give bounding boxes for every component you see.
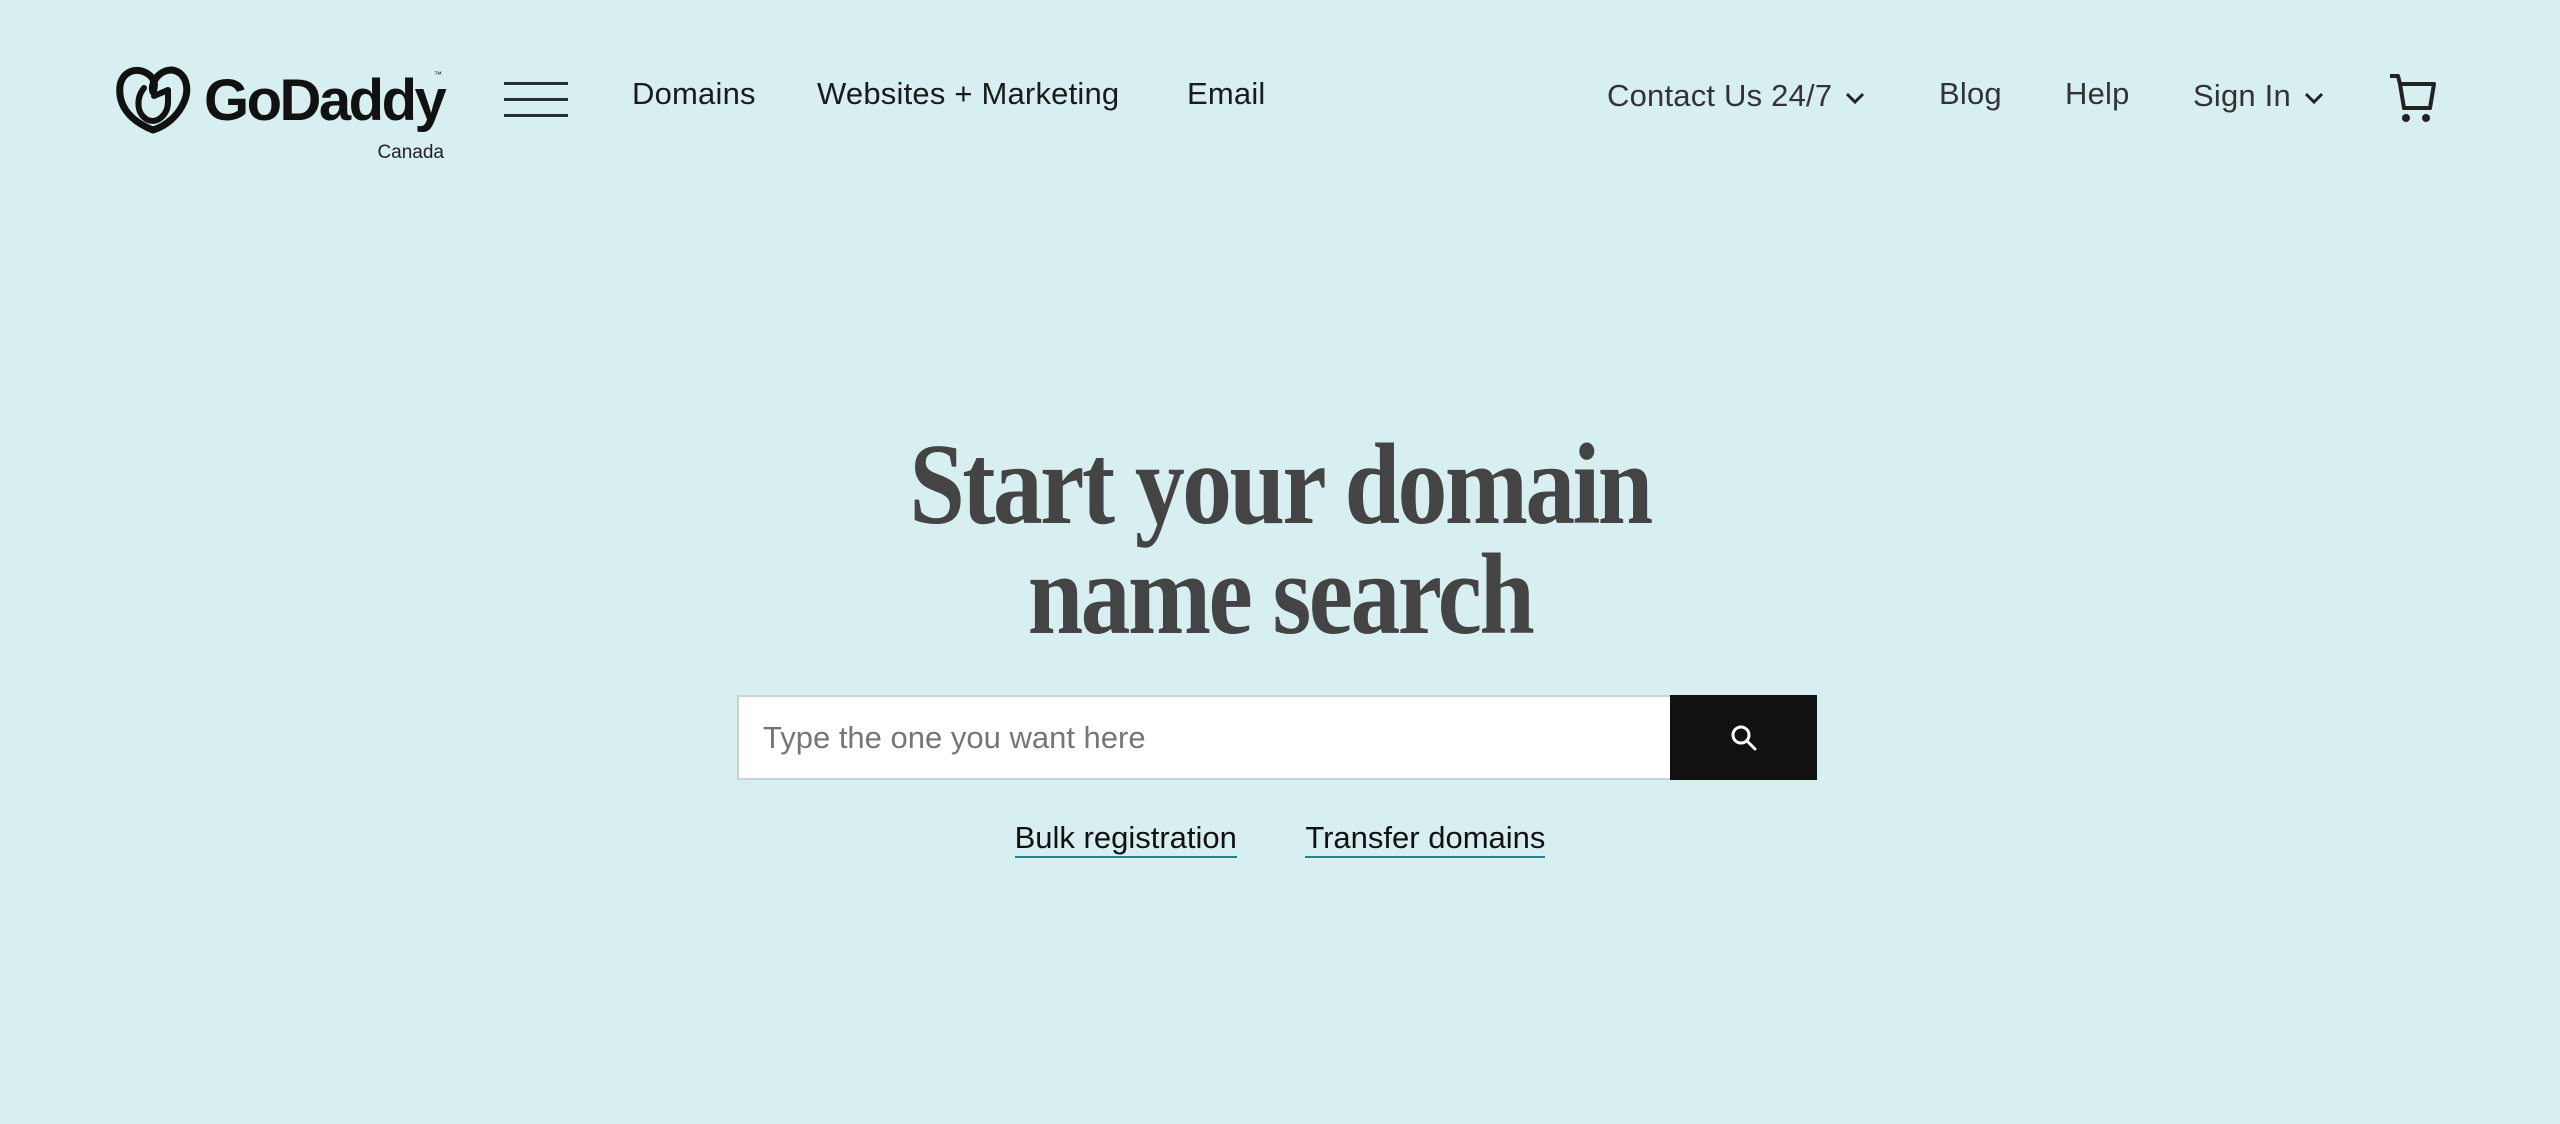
contact-us-label: Contact Us 24/7 <box>1607 78 1833 113</box>
logo-region-label: Canada <box>377 142 444 163</box>
nav-link-domains[interactable]: Domains <box>632 76 756 112</box>
search-icon <box>1731 725 1756 750</box>
domain-search-form <box>737 695 1817 780</box>
domain-search-input[interactable] <box>737 695 1670 780</box>
site-header: GoDaddy ™ Canada Domains Websites + Mark… <box>0 0 2560 200</box>
bulk-registration-link[interactable]: Bulk registration <box>1014 820 1237 858</box>
chevron-down-icon <box>2304 92 2323 104</box>
sign-in-label: Sign In <box>2193 78 2291 113</box>
hamburger-menu-icon-bar <box>504 98 568 101</box>
hamburger-menu-icon-bar <box>504 114 568 117</box>
chevron-down-icon <box>1846 92 1865 104</box>
trademark-symbol: ™ <box>434 70 442 79</box>
hamburger-menu-icon-bar <box>504 82 568 85</box>
transfer-domains-link[interactable]: Transfer domains <box>1305 820 1546 858</box>
nav-sign-in-dropdown[interactable]: Sign In <box>2193 78 2325 114</box>
search-button[interactable] <box>1670 695 1817 780</box>
hero-headline: Start your domain name search <box>0 421 2560 659</box>
godaddy-logo[interactable]: GoDaddy ™ Canada <box>114 64 447 168</box>
hero-headline-line-2: name search <box>1027 531 1535 659</box>
nav-link-help[interactable]: Help <box>2065 76 2130 112</box>
hero-headline-line-1: Start your domain <box>909 421 1653 549</box>
nav-link-blog[interactable]: Blog <box>1939 76 2002 112</box>
nav-link-email[interactable]: Email <box>1187 76 1266 112</box>
nav-link-websites-marketing[interactable]: Websites + Marketing <box>817 76 1119 112</box>
logo-wordmark: GoDaddy <box>204 68 447 133</box>
shopping-cart-icon[interactable] <box>2388 72 2438 124</box>
search-sub-links: Bulk registration Transfer domains <box>0 820 2560 858</box>
hamburger-menu-button[interactable] <box>504 80 568 120</box>
godaddy-heart-logo-icon <box>116 66 191 134</box>
nav-contact-us-dropdown[interactable]: Contact Us 24/7 <box>1607 78 1866 114</box>
